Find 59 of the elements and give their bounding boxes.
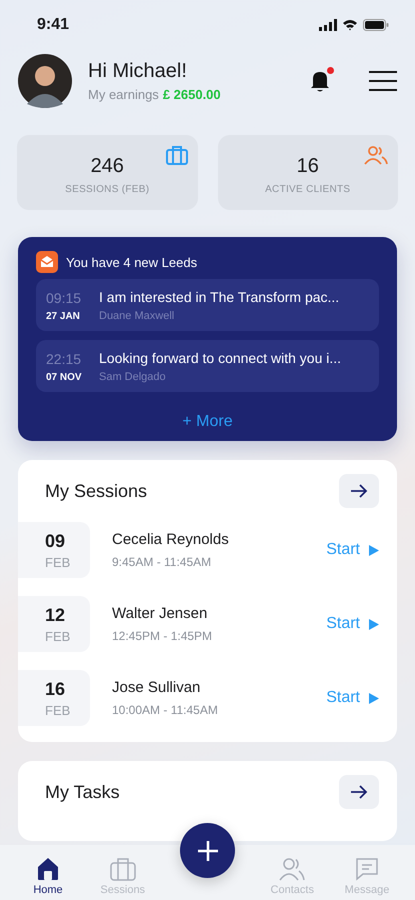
avatar: [18, 54, 72, 108]
earnings-value: £ 2650.00: [162, 87, 221, 102]
session-month: FEB: [45, 554, 72, 570]
mail-icon: [36, 251, 58, 273]
lead-date: 07 NOV: [46, 372, 83, 382]
wifi-icon: [342, 19, 358, 31]
arrow-right-icon[interactable]: [350, 784, 368, 800]
earnings-label: My earnings: [88, 87, 159, 102]
nav-tab[interactable]: Message: [337, 857, 397, 896]
nav-tab[interactable]: Home: [18, 857, 78, 896]
session-day: 12: [45, 604, 90, 626]
status-time: 9:41: [37, 16, 70, 34]
play-icon[interactable]: [369, 692, 379, 704]
greeting: Hi Michael!: [88, 60, 188, 83]
session-client: Cecelia Reynolds: [112, 531, 230, 548]
start-button[interactable]: Start: [326, 541, 379, 559]
plus-icon[interactable]: [196, 840, 218, 862]
session-time: 12:45PM - 1:45PM: [112, 629, 214, 643]
session-client: Walter Jensen: [112, 605, 208, 622]
lead-item[interactable]: 09:15 27 JAN I am interested in The Transform pac... Duane Maxwell: [36, 279, 379, 331]
session-client: Jose Sullivan: [112, 679, 202, 696]
arrow-button[interactable]: [339, 474, 379, 508]
nav-tab[interactable]: Sessions: [92, 857, 153, 896]
lead-message: I am interested in The Transform pac...: [99, 289, 340, 305]
section-title: My Tasks: [45, 782, 120, 802]
session-month: FEB: [45, 702, 72, 718]
lead-time: 09:15: [46, 290, 82, 306]
people-icon: [364, 145, 388, 165]
stat-label: SESSIONS (FEB): [65, 184, 150, 194]
more-button[interactable]: + More: [182, 413, 233, 431]
notification-button[interactable]: [309, 69, 331, 93]
session-time: 9:45AM - 11:45AM: [112, 555, 212, 569]
lead-time: 22:15: [46, 350, 82, 366]
home-icon[interactable]: [37, 857, 59, 881]
nav-tab[interactable]: Contacts: [262, 857, 322, 896]
menu-button[interactable]: [369, 70, 397, 92]
lead-name: Sam Delgado: [99, 371, 167, 383]
session-day: 09: [45, 530, 90, 552]
signal-icon: [319, 19, 337, 31]
session-time: 10:00AM - 11:45AM: [112, 703, 219, 717]
lead-message: Looking forward to connect with you i...: [99, 350, 342, 366]
start-button[interactable]: Start: [326, 615, 379, 633]
play-icon[interactable]: [369, 618, 379, 630]
stat-value: 246: [90, 154, 124, 178]
arrow-button[interactable]: [339, 775, 379, 809]
battery-icon: [363, 19, 389, 31]
briefcase-icon: [166, 145, 188, 165]
section-title: My Sessions: [45, 480, 148, 502]
play-icon[interactable]: [369, 544, 379, 556]
arrow-right-icon[interactable]: [350, 483, 368, 499]
session-day: 16: [45, 678, 90, 700]
lead-name: Duane Maxwell: [99, 310, 176, 322]
leads-title: You have 4 new Leeds: [66, 254, 198, 270]
stat-label: ACTIVE CLIENTS: [265, 184, 350, 194]
session-month: FEB: [45, 628, 72, 644]
lead-item[interactable]: 22:15 07 NOV Looking forward to connect with you i... Sam Delgado: [36, 340, 379, 392]
stat-value: 16: [296, 154, 319, 178]
lead-date: 27 JAN: [46, 310, 81, 322]
start-button[interactable]: Start: [326, 689, 379, 707]
